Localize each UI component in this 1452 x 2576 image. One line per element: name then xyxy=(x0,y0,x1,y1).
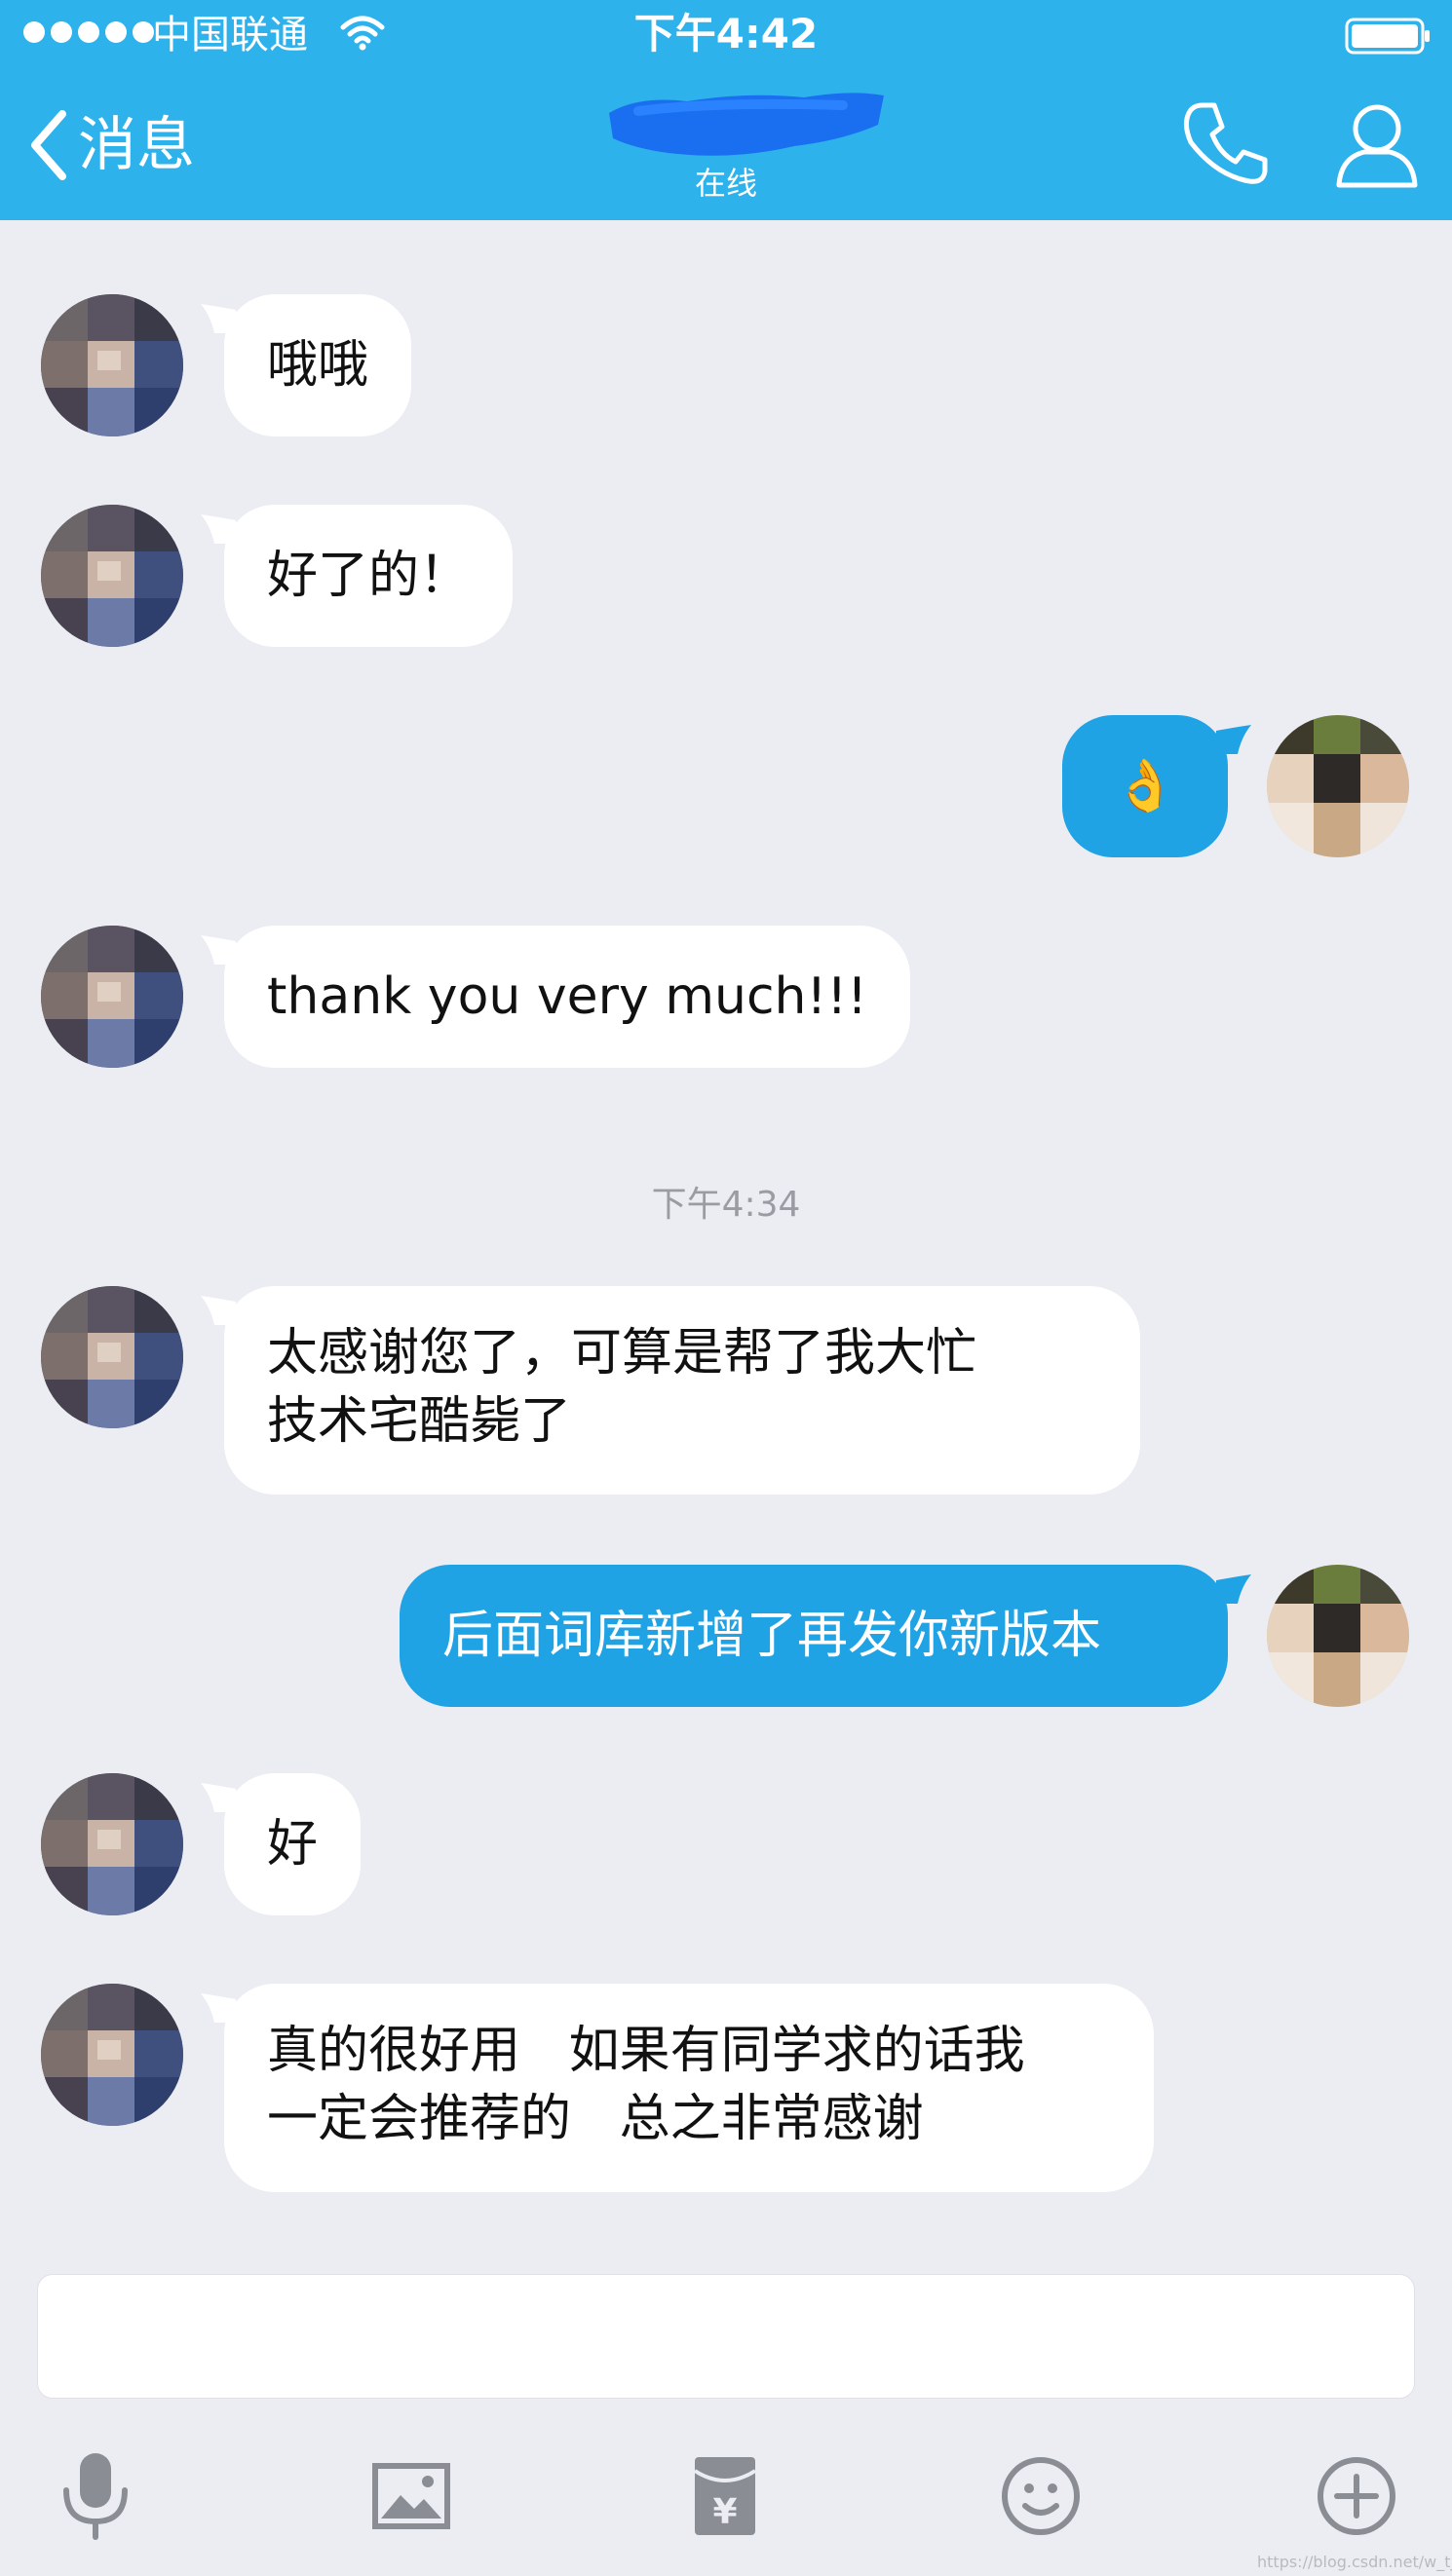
ok-hand-emoji: 👌 xyxy=(1113,757,1177,815)
image-button[interactable] xyxy=(353,2438,470,2555)
message-bubble[interactable]: 好 xyxy=(201,1773,362,1915)
message-text: 哦哦 xyxy=(267,336,369,395)
contact-name-redacted xyxy=(609,93,884,156)
message-bubble[interactable]: thank you very much!!! xyxy=(201,926,911,1068)
bubble-tail xyxy=(201,1296,236,1325)
top-bar: 中国联通 下午4:42 消息 在线 xyxy=(0,0,1452,220)
message-bubble[interactable]: 太感谢您了，可算是帮了我大忙 技术宅酷毙了 xyxy=(201,1286,1140,1495)
input-toolbar: ¥ xyxy=(0,2416,1452,2576)
battery-icon xyxy=(1345,18,1430,55)
bubble-tail xyxy=(201,1993,236,2023)
bubble-tail xyxy=(201,1783,236,1812)
image-icon xyxy=(372,2463,450,2529)
message-bubble[interactable]: 好了的！ xyxy=(201,505,514,647)
message-text: 好 xyxy=(267,1815,319,1874)
message-text-line: 技术宅酷毙了 xyxy=(267,1392,572,1451)
message-row: 太感谢您了，可算是帮了我大忙 技术宅酷毙了 xyxy=(0,1286,1452,1495)
message-input[interactable] xyxy=(37,2274,1415,2399)
emoji-icon xyxy=(1002,2457,1080,2535)
message-text-line: 一定会推荐的 总之非常感谢 xyxy=(267,2090,924,2148)
message-list[interactable]: 哦哦 好了的！ 👌 thank you very much!!! 下午4:34 … xyxy=(0,220,1452,2247)
message-text: 好了的！ xyxy=(267,547,471,605)
message-row: 后面词库新增了再发你新版本 xyxy=(0,1565,1452,1707)
voice-button[interactable] xyxy=(37,2438,154,2555)
message-text: thank you very much!!! xyxy=(267,967,868,1026)
status-bar: 中国联通 下午4:42 xyxy=(0,0,1452,70)
contact-avatar[interactable] xyxy=(41,926,183,1068)
red-packet-icon: ¥ xyxy=(693,2457,757,2535)
message-text-line: 太感谢您了，可算是帮了我大忙 xyxy=(267,1324,977,1383)
message-bubble[interactable]: 真的很好用 如果有同学求的话我 一定会推荐的 总之非常感谢 xyxy=(201,1984,1154,2192)
microphone-icon xyxy=(63,2453,128,2540)
profile-icon[interactable] xyxy=(1335,101,1419,189)
message-row: 真的很好用 如果有同学求的话我 一定会推荐的 总之非常感谢 xyxy=(0,1984,1452,2192)
bubble-tail xyxy=(1216,725,1251,754)
more-button[interactable] xyxy=(1298,2438,1415,2555)
message-row: 好 xyxy=(0,1773,1452,1915)
chat-timestamp: 下午4:34 xyxy=(651,1185,801,1225)
bubble-tail xyxy=(1216,1574,1251,1604)
message-row: 好了的！ xyxy=(0,505,1452,647)
message-bubble[interactable]: 👌 xyxy=(1062,715,1251,857)
contact-avatar[interactable] xyxy=(41,294,183,436)
plus-icon xyxy=(1318,2457,1395,2535)
bubble-tail xyxy=(201,935,236,965)
red-packet-button[interactable]: ¥ xyxy=(667,2438,783,2555)
phone-call-icon[interactable] xyxy=(1181,97,1271,187)
message-row: 👌 xyxy=(0,715,1452,857)
my-avatar[interactable] xyxy=(1267,1565,1409,1707)
bubble-tail xyxy=(201,304,236,333)
svg-text:¥: ¥ xyxy=(712,2492,737,2532)
bubble-tail xyxy=(201,514,236,544)
message-bubble[interactable]: 后面词库新增了再发你新版本 xyxy=(400,1565,1251,1707)
contact-avatar[interactable] xyxy=(41,1773,183,1915)
message-text-line: 真的很好用 如果有同学求的话我 xyxy=(267,2022,1025,2080)
message-row: thank you very much!!! xyxy=(0,926,1452,1068)
message-text: 后面词库新增了再发你新版本 xyxy=(442,1607,1102,1665)
status-time: 下午4:42 xyxy=(633,10,819,57)
watermark: https://blog.csdn.net/w_tj xyxy=(1257,2553,1452,2571)
contact-avatar[interactable] xyxy=(41,1286,183,1428)
message-row: 哦哦 xyxy=(0,294,1452,436)
contact-avatar[interactable] xyxy=(41,1984,183,2126)
contact-avatar[interactable] xyxy=(41,505,183,647)
message-bubble[interactable]: 哦哦 xyxy=(201,294,412,436)
emoji-button[interactable] xyxy=(982,2438,1099,2555)
my-avatar[interactable] xyxy=(1267,715,1409,857)
